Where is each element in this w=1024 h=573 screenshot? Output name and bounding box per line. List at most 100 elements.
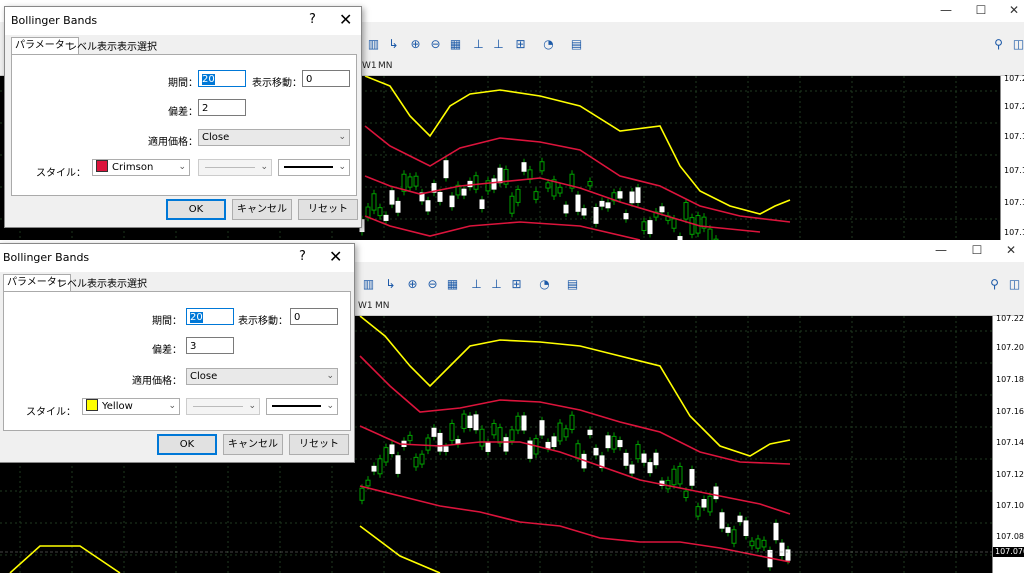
bottom-axis-tick: 107.140 <box>996 438 1024 447</box>
dialog-title: Bollinger Bands <box>11 14 98 27</box>
bottom-maximize-button[interactable]: ☐ <box>966 242 988 258</box>
apply-to-label: 適用価格： <box>148 137 198 148</box>
period-separator-icon[interactable]: ⊥ <box>468 276 485 293</box>
line-width-select[interactable]: ⌄ <box>278 159 350 176</box>
ok-button[interactable]: OK <box>166 199 226 220</box>
tile-windows-icon[interactable]: ▦ <box>447 36 464 53</box>
period-icon[interactable]: ▥ <box>365 36 382 53</box>
candle-body <box>689 217 695 235</box>
top-minimize-button[interactable]: — <box>935 2 957 18</box>
templates-icon[interactable]: ▤ <box>568 36 585 53</box>
clock-icon[interactable]: ◔ <box>536 276 553 293</box>
top-axis-tick: 107.120 <box>1004 228 1024 237</box>
tile-windows-icon[interactable]: ▦ <box>444 276 461 293</box>
shift-input[interactable]: 0 <box>290 308 338 325</box>
candle-body <box>539 420 545 436</box>
help-button[interactable]: ? <box>309 12 316 27</box>
apply-to-select[interactable]: Close ⌄ <box>198 129 350 146</box>
chart-shift-icon[interactable]: ↳ <box>382 276 399 293</box>
cancel-button[interactable]: キャンセル <box>232 199 292 220</box>
candle-body <box>611 435 617 450</box>
candle-body <box>659 206 665 213</box>
candle-body <box>707 495 713 513</box>
indicators-icon[interactable]: ⊞ <box>512 36 529 53</box>
candle-body <box>593 447 599 456</box>
ok-button[interactable]: OK <box>157 434 217 455</box>
candle-body <box>683 202 689 220</box>
zoom-in-icon[interactable]: ⊕ <box>407 36 424 53</box>
timeframe-mn[interactable]: MN <box>378 61 393 71</box>
candle-body <box>473 414 479 431</box>
clock-icon[interactable]: ◔ <box>540 36 557 53</box>
chevron-down-icon: ⌄ <box>260 162 268 172</box>
candle-body <box>569 414 575 430</box>
period-value: 20 <box>202 74 215 85</box>
top-maximize-button[interactable]: ☐ <box>970 2 992 18</box>
indicators-icon[interactable]: ⊞ <box>508 276 525 293</box>
candle-body <box>545 441 551 449</box>
candle-body <box>407 434 413 442</box>
candle-body <box>695 506 701 517</box>
shift-label: 表示移動： <box>238 316 288 327</box>
candle-body <box>683 490 689 498</box>
bottom-axis-tick: 107.200 <box>996 343 1024 352</box>
templates-icon[interactable]: ▤ <box>564 276 581 293</box>
line-width-select[interactable]: ⌄ <box>266 398 338 415</box>
candle-body <box>539 161 545 172</box>
color-select[interactable]: Crimson ⌄ <box>92 159 190 176</box>
parameters-panel: 期間： 20 表示移動： 0 偏差： 3 適用価格： Close ⌄ スタイル： … <box>3 291 351 431</box>
close-icon[interactable]: ✕ <box>329 247 342 266</box>
timeframe-w1[interactable]: W1 <box>358 301 373 311</box>
autoscroll-icon[interactable]: ⊥ <box>488 276 505 293</box>
bottom-axis-tick: 107.100 <box>996 501 1024 510</box>
candle-body <box>365 479 371 487</box>
line-width-preview <box>284 166 333 168</box>
close-icon[interactable]: ✕ <box>339 10 352 29</box>
cancel-button[interactable]: キャンセル <box>223 434 283 455</box>
candle-body <box>377 458 383 475</box>
shift-input[interactable]: 0 <box>302 70 350 87</box>
candle-body <box>521 162 527 172</box>
search-icon[interactable]: ⚲ <box>986 276 1003 293</box>
candle-body <box>671 468 677 486</box>
color-select[interactable]: Yellow ⌄ <box>82 398 180 415</box>
deviation-input[interactable]: 3 <box>186 337 234 354</box>
chart-shift-icon[interactable]: ↳ <box>385 36 402 53</box>
autoscroll-icon[interactable]: ⊥ <box>490 36 507 53</box>
upper-band-line <box>359 316 791 457</box>
search-icon[interactable]: ⚲ <box>990 36 1007 53</box>
period-label: 期間： <box>152 316 182 327</box>
timeframe-mn[interactable]: MN <box>375 301 390 311</box>
dialog-tabs: パラメーター レベル表示 表示選択 <box>11 37 311 55</box>
apply-to-select[interactable]: Close ⌄ <box>186 368 338 385</box>
top-price-axis: 107.220 107.200 107.180 107.160 107.140 … <box>1000 74 1024 240</box>
candle-body <box>641 453 647 463</box>
bottom-minimize-button[interactable]: — <box>930 242 952 258</box>
zoom-out-icon[interactable]: ⊖ <box>427 36 444 53</box>
candle-body <box>731 529 737 544</box>
reset-button[interactable]: リセット <box>289 434 349 455</box>
candle-body <box>389 444 395 455</box>
bottom-close-button[interactable]: ✕ <box>1000 242 1022 258</box>
zoom-in-icon[interactable]: ⊕ <box>404 276 421 293</box>
candle-body <box>467 415 473 428</box>
chat-icon[interactable]: ◫ <box>1006 276 1023 293</box>
last-price-label: 107.070 <box>993 547 1024 557</box>
candle-body <box>497 427 503 444</box>
candle-body <box>515 188 521 203</box>
help-button[interactable]: ? <box>299 249 306 264</box>
period-separator-icon[interactable]: ⊥ <box>470 36 487 53</box>
period-icon[interactable]: ▥ <box>360 276 377 293</box>
zoom-out-icon[interactable]: ⊖ <box>424 276 441 293</box>
timeframe-w1[interactable]: W1 <box>362 61 377 71</box>
shift-label: 表示移動： <box>252 78 302 89</box>
deviation-input[interactable]: 2 <box>198 99 246 116</box>
apply-to-value: Close <box>190 371 218 382</box>
chat-icon[interactable]: ◫ <box>1010 36 1024 53</box>
reset-button[interactable]: リセット <box>298 199 358 220</box>
bottom-axis-tick: 107.220 <box>996 314 1024 323</box>
candle-body <box>479 428 485 447</box>
candle-body <box>605 435 611 449</box>
chevron-down-icon: ⌄ <box>178 162 186 172</box>
top-close-button[interactable]: ✕ <box>1003 2 1024 18</box>
